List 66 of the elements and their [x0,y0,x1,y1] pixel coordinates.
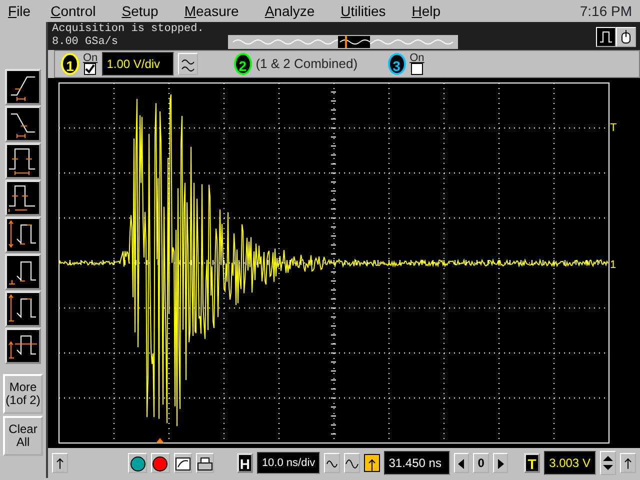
clock: 7:16 PM [580,2,632,20]
horizontal-label: H [236,453,253,473]
printer-icon [196,456,213,471]
single-acquisition-button[interactable] [174,453,192,473]
menu-item[interactable]: File [8,0,31,24]
measurement-tool-button[interactable] [5,69,41,105]
trigger-level-marker: T [610,121,618,136]
up-down-arrows-icon [601,454,616,472]
menu-item[interactable]: Analyze [264,0,315,24]
left-triangle-icon [457,458,466,470]
run-button[interactable] [128,453,148,473]
delay-left-button[interactable] [454,453,470,473]
mouse-mode-button[interactable] [616,27,636,47]
stop-button[interactable] [151,453,170,473]
volts-per-div-field[interactable]: 1.00 V/div [102,52,174,76]
menu-item[interactable]: Control [50,0,96,24]
sample-rate: 8.00 GSa/s [52,36,120,49]
center-delay-button[interactable]: 0 [473,453,489,473]
waveform-icon [174,456,191,471]
side-button[interactable]: More (1of 2) [3,374,43,414]
menu-item[interactable]: Help [412,0,441,24]
measurement-tool-button[interactable] [5,217,41,253]
channel-number[interactable]: 1 [61,53,79,75]
channel-checkbox[interactable] [410,63,423,75]
waveform-scale-button[interactable] [178,53,198,75]
wave-icon [180,56,195,73]
measurement-tool-button[interactable] [5,106,41,142]
status-message: Acquisition is stopped. [52,23,204,36]
mouse-icon [620,30,632,44]
circle-icon [152,456,168,472]
delay-reference-icon [364,454,380,472]
delay-position-field[interactable]: 31.450 ns [384,451,450,475]
trigger-level-spinner[interactable] [600,451,616,475]
trigger-position-marker [156,438,164,443]
measurement-tool-button[interactable] [5,254,41,290]
circle-icon [130,456,146,472]
square-wave-icon [599,30,613,44]
print-button[interactable] [196,453,214,473]
measurement-tool-button[interactable] [5,291,41,327]
wave-icon [344,456,359,471]
time-scale-field[interactable]: 10.0 ns/div [256,452,320,474]
measurement-tool-button[interactable] [5,328,41,364]
menu-item[interactable]: Setup [122,0,158,24]
waveform-mode-button[interactable] [596,27,616,47]
trigger-label: T [524,453,540,473]
menu-item[interactable]: Utilities [340,0,386,24]
channel-number[interactable]: 2 [234,53,252,75]
fine-adjust-button[interactable] [324,453,340,473]
measurement-tool-button[interactable] [5,180,41,216]
up-arrow-icon [54,458,65,470]
side-button[interactable]: Clear All [3,416,43,456]
on-label: On [83,53,98,63]
on-label: On [410,53,424,63]
delay-right-button[interactable] [492,453,508,473]
scroll-up-button[interactable] [620,453,636,473]
coarse-adjust-button[interactable] [344,453,360,473]
channel-number[interactable]: 3 [388,53,406,75]
measurement-tool-button[interactable] [5,143,41,179]
trigger-level-field[interactable]: 3.003 V [544,451,596,475]
channel-marker: 1 [610,258,618,272]
menu-item[interactable]: Measure [184,0,239,24]
channel-checkbox[interactable] [84,63,96,75]
channel-label: (1 & 2 Combined) [256,55,358,74]
right-triangle-icon [496,458,505,470]
scroll-up-button[interactable] [52,453,68,473]
up-arrow-icon [623,458,634,470]
